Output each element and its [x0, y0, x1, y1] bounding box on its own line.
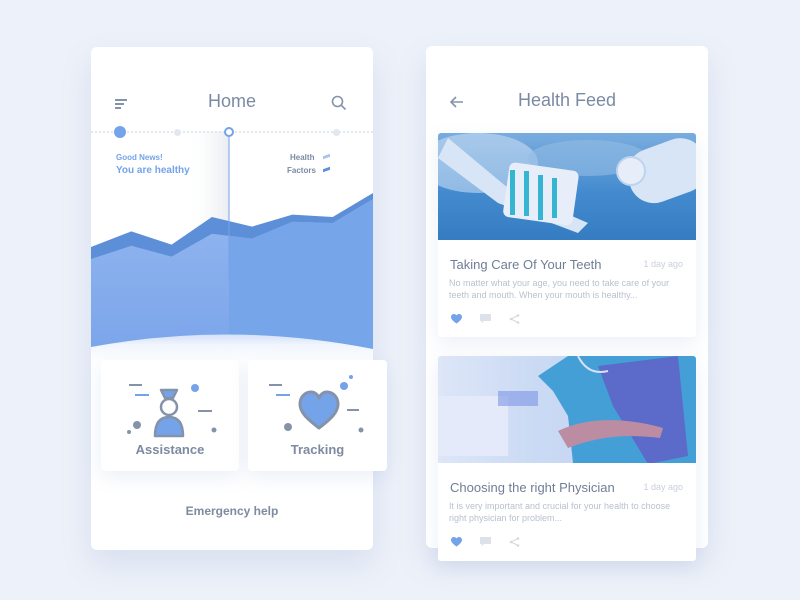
article-title[interactable]: Taking Care Of Your Teeth	[450, 257, 602, 272]
person-icon	[127, 384, 217, 438]
search-icon[interactable]	[331, 95, 347, 111]
status-kicker: Good News!	[116, 153, 163, 162]
home-screen: Home Good News! You are healthy Health F…	[91, 47, 373, 550]
physician-photo	[438, 356, 696, 463]
comment-icon[interactable]	[480, 311, 491, 329]
toothbrush-photo	[438, 133, 696, 240]
legend-factors: Factors	[287, 166, 316, 175]
timeline-point-4[interactable]	[333, 129, 340, 136]
share-icon[interactable]	[509, 534, 520, 552]
article-time: 1 day ago	[643, 259, 683, 269]
timeline-point-3-selected[interactable]	[224, 127, 234, 137]
comment-icon[interactable]	[480, 534, 491, 552]
like-heart-icon[interactable]	[451, 534, 462, 552]
article-excerpt: It is very important and crucial for you…	[449, 501, 671, 523]
emergency-help-link[interactable]: Emergency help	[91, 504, 373, 518]
area-selected-region	[229, 199, 373, 356]
assistance-tile[interactable]: Assistance	[101, 360, 239, 471]
article-title[interactable]: Choosing the right Physician	[450, 480, 615, 495]
timeline-point-1[interactable]	[114, 126, 126, 138]
heart-icon	[269, 375, 364, 433]
article-card[interactable]: Taking Care Of Your Teeth 1 day ago No m…	[438, 133, 696, 337]
article-time: 1 day ago	[643, 482, 683, 492]
share-icon[interactable]	[509, 311, 520, 329]
like-heart-icon[interactable]	[451, 311, 462, 329]
assistance-label: Assistance	[135, 442, 205, 457]
article-card[interactable]: Choosing the right Physician 1 day ago I…	[438, 356, 696, 561]
tracking-tile[interactable]: Tracking	[248, 360, 387, 471]
legend-health: Health	[290, 153, 315, 162]
page-title: Health Feed	[517, 90, 617, 110]
tracking-label: Tracking	[290, 442, 345, 457]
status-text: You are healthy	[116, 165, 190, 176]
article-excerpt: No matter what your age, you need to tak…	[449, 278, 670, 300]
timeline-point-2[interactable]	[174, 129, 181, 136]
